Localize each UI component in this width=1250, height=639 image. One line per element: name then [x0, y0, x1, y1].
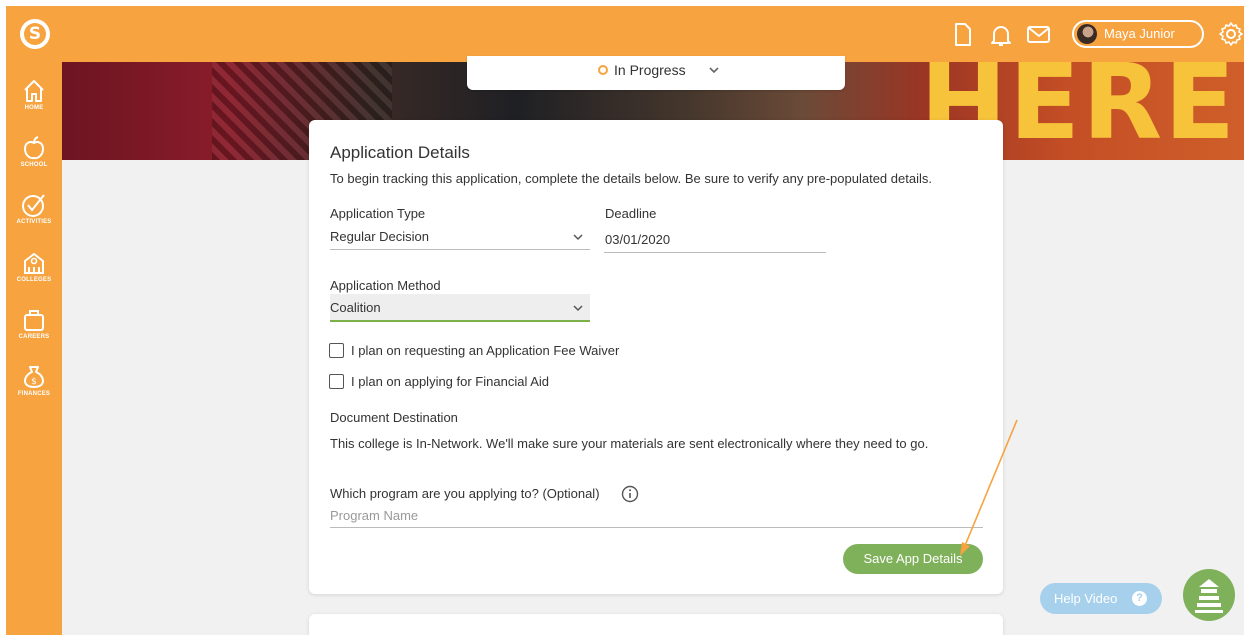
document-icon[interactable] — [952, 22, 978, 48]
sidebar-item-home[interactable]: HOME — [6, 78, 62, 134]
application-method-value: Coalition — [330, 300, 381, 315]
deadline-field[interactable]: 03/01/2020 — [604, 226, 826, 253]
application-type-label: Application Type — [330, 206, 426, 221]
support-chat-button[interactable] — [1183, 569, 1235, 621]
sidebar-item-label: ACTIVITIES — [16, 219, 52, 225]
sidebar-item-label: COLLEGES — [16, 277, 52, 283]
application-type-value: Regular Decision — [330, 229, 429, 244]
application-type-select[interactable]: Regular Decision — [330, 223, 590, 250]
sidebar-item-careers[interactable]: CAREERS — [6, 307, 62, 363]
info-icon[interactable] — [621, 485, 639, 503]
sidebar-item-school[interactable]: SCHOOL — [6, 135, 62, 191]
sidebar: HOME SCHOOL ACTIVITIES COLLEGES CAREERS … — [6, 62, 62, 635]
college-icon — [24, 252, 44, 274]
annotation-arrow — [960, 419, 1018, 556]
apple-icon — [23, 136, 45, 160]
mail-icon[interactable] — [1026, 22, 1052, 48]
chevron-down-icon — [573, 234, 583, 241]
financial-aid-checkbox[interactable] — [329, 374, 344, 389]
logo-letter: S — [24, 23, 46, 45]
check-circle-icon — [22, 194, 45, 217]
gear-icon[interactable] — [1218, 21, 1244, 47]
avatar — [1077, 24, 1097, 44]
status-dropdown[interactable]: In Progress — [467, 56, 845, 90]
fee-waiver-checkbox[interactable] — [329, 343, 344, 358]
building-icon — [1195, 579, 1223, 613]
money-bag-icon: $ — [24, 366, 44, 388]
next-section-card — [309, 614, 1003, 639]
program-label: Which program are you applying to? (Opti… — [330, 486, 600, 501]
status-label: In Progress — [614, 62, 686, 78]
question-icon: ? — [1132, 591, 1147, 606]
sidebar-item-label: HOME — [24, 105, 44, 111]
briefcase-icon — [24, 310, 44, 331]
document-destination-text: This college is In-Network. We'll make s… — [330, 436, 929, 451]
sidebar-item-activities[interactable]: ACTIVITIES — [6, 192, 62, 248]
app-logo[interactable]: S — [20, 19, 50, 49]
deadline-label: Deadline — [605, 206, 657, 221]
status-indicator-icon — [598, 65, 608, 75]
chevron-down-icon — [709, 67, 719, 74]
user-name: Maya Junior — [1104, 26, 1175, 41]
deadline-value: 03/01/2020 — [605, 232, 671, 247]
sidebar-item-finances[interactable]: $ FINANCES — [6, 364, 62, 420]
card-intro-text: To begin tracking this application, comp… — [330, 171, 932, 186]
application-method-select[interactable]: Coalition — [330, 294, 590, 322]
financial-aid-label: I plan on applying for Financial Aid — [351, 374, 550, 389]
fee-waiver-label: I plan on requesting an Application Fee … — [351, 343, 620, 358]
svg-text:$: $ — [31, 377, 37, 387]
top-bar: S Maya Junior — [6, 6, 1244, 62]
user-menu-button[interactable]: Maya Junior — [1072, 20, 1204, 48]
sidebar-item-label: CAREERS — [18, 334, 50, 340]
card-title: Application Details — [330, 143, 470, 162]
document-destination-label: Document Destination — [330, 410, 458, 425]
application-details-card: Application Details To begin tracking th… — [309, 120, 1003, 594]
sidebar-item-label: SCHOOL — [20, 162, 48, 168]
chevron-down-icon — [573, 305, 583, 312]
program-name-placeholder: Program Name — [330, 508, 419, 523]
bell-icon[interactable] — [989, 22, 1015, 48]
home-icon — [24, 80, 44, 102]
sidebar-item-colleges[interactable]: COLLEGES — [6, 250, 62, 306]
application-method-label: Application Method — [330, 278, 441, 293]
help-video-button[interactable]: Help Video ? — [1040, 583, 1162, 614]
help-video-label: Help Video — [1054, 591, 1118, 606]
sidebar-item-label: FINANCES — [17, 391, 51, 397]
program-name-input[interactable]: Program Name — [330, 504, 983, 528]
